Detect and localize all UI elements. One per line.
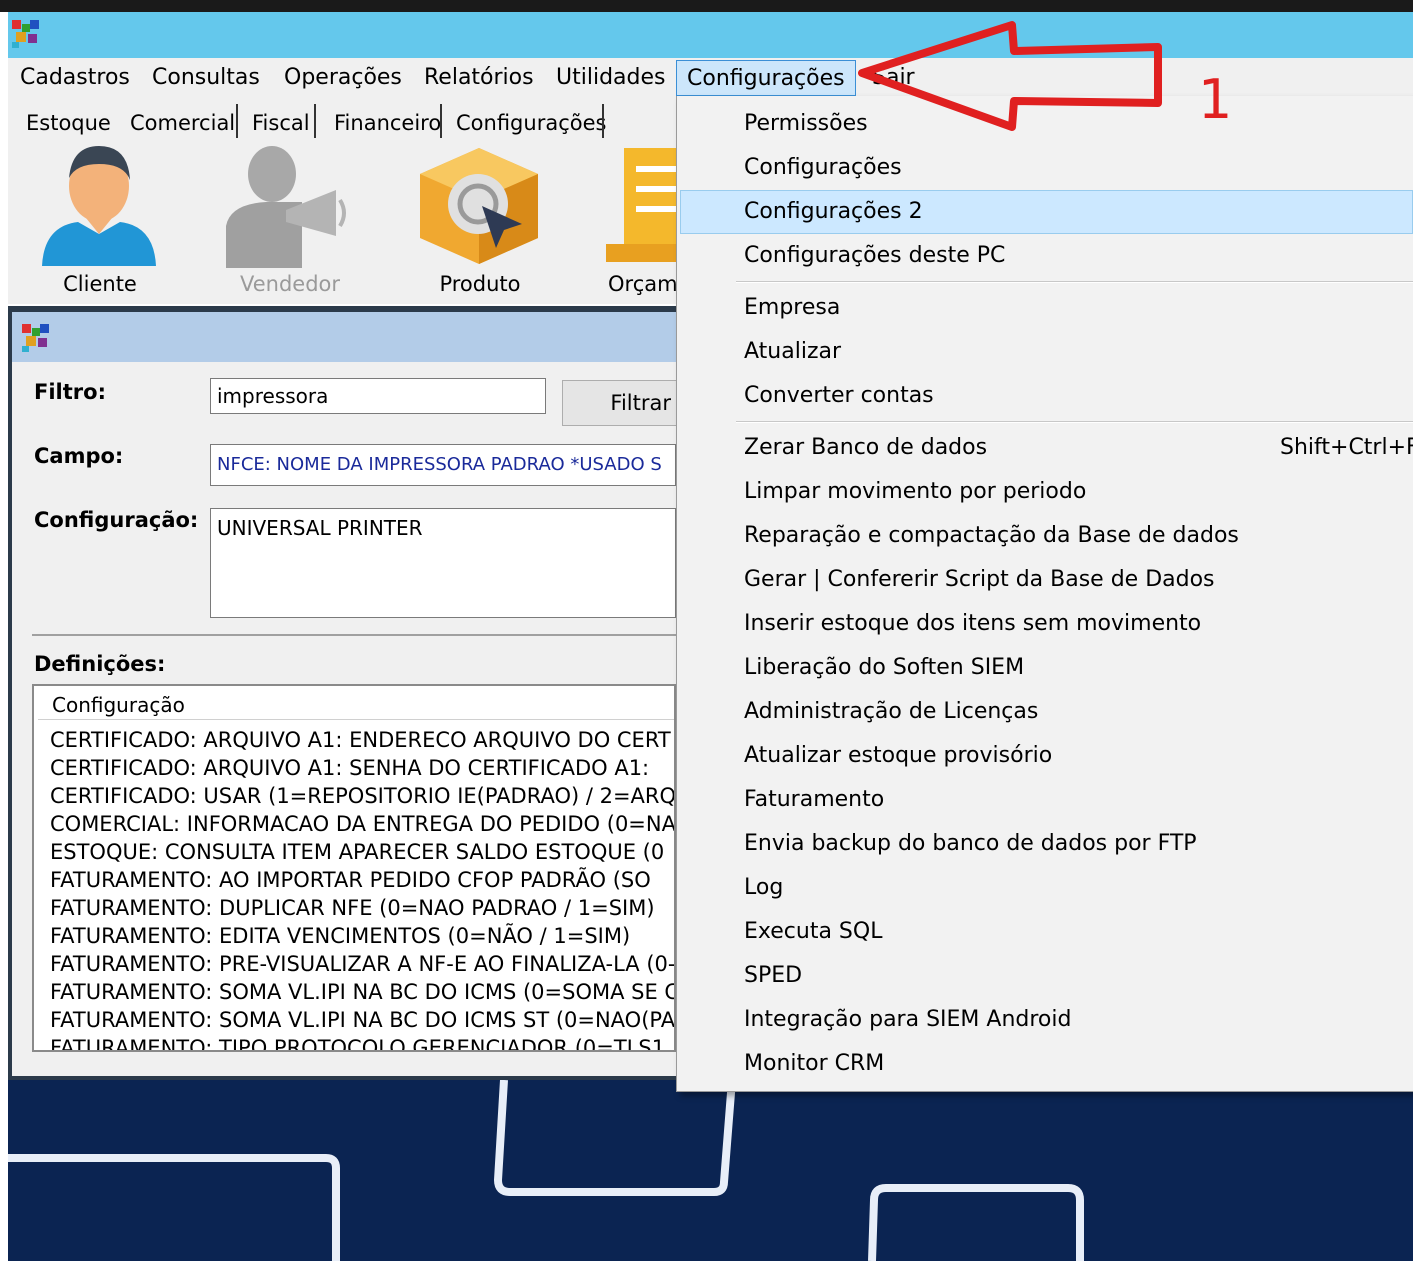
window-logo-icon	[22, 324, 49, 352]
tab-estoque[interactable]: Estoque	[26, 108, 111, 138]
filter-input[interactable]: impressora	[210, 378, 546, 414]
menu-cadastros[interactable]: Cadastros	[10, 60, 140, 96]
menu-item-monitor-crm[interactable]: Monitor CRM	[744, 1044, 884, 1084]
menu-item-zerar-banco[interactable]: Zerar Banco de dados	[744, 428, 987, 468]
filter-label: Filtro:	[34, 380, 106, 404]
menu-item-android[interactable]: Integração para SIEM Android	[744, 1000, 1071, 1040]
orcamento-document-icon[interactable]	[606, 148, 676, 262]
config-textarea[interactable]: UNIVERSAL PRINTER	[210, 508, 676, 618]
toolbar-produto-label: Produto	[439, 272, 521, 296]
filter-button[interactable]: Filtrar	[562, 380, 682, 426]
menu-item-shortcut: Shift+Ctrl+F	[1280, 435, 1413, 460]
menu-configuracoes[interactable]: Configurações	[676, 60, 856, 96]
app-logo-icon	[12, 20, 39, 48]
grid-row[interactable]: FATURAMENTO: EDITA VENCIMENTOS (0=NÃO / …	[50, 922, 630, 950]
tab-configuracoes[interactable]: Configurações	[456, 108, 606, 138]
grid-row[interactable]: CERTIFICADO: ARQUIVO A1: SENHA DO CERTIF…	[50, 754, 649, 782]
field-label: Campo:	[34, 444, 124, 468]
screen-top-edge	[0, 0, 1413, 12]
produto-box-icon[interactable]	[416, 144, 542, 268]
toolbar-cliente-label: Cliente	[63, 272, 137, 296]
menu-item-reparacao[interactable]: Reparação e compactação da Base de dados	[744, 516, 1239, 556]
menu-item-empresa[interactable]: Empresa	[744, 288, 840, 328]
menu-item-backup-ftp[interactable]: Envia backup do banco de dados por FTP	[744, 824, 1197, 864]
menu-separator	[736, 281, 1413, 283]
tab-fiscal[interactable]: Fiscal	[252, 108, 310, 138]
config-label: Configuração:	[34, 508, 199, 532]
config-window-title-bar[interactable]	[12, 312, 676, 362]
menu-item-executa-sql[interactable]: Executa SQL	[744, 912, 882, 952]
definitions-grid[interactable]: Configuração CERTIFICADO: ARQUIVO A1: EN…	[32, 684, 676, 1052]
grid-row[interactable]: FATURAMENTO: SOMA VL.IPI NA BC DO ICMS (…	[50, 978, 674, 1006]
grid-row[interactable]: COMERCIAL: INFORMACAO DA ENTREGA DO PEDI…	[50, 810, 674, 838]
tab-separator	[314, 104, 316, 138]
grid-row[interactable]: FATURAMENTO: PRE-VISUALIZAR A NF-E AO FI…	[50, 950, 674, 978]
annotation-arrow-icon	[858, 21, 1162, 131]
menu-item-liberacao[interactable]: Liberação do Soften SIEM	[744, 648, 1024, 688]
menu-item-limpar-movimento[interactable]: Limpar movimento por periodo	[744, 472, 1086, 512]
cliente-person-icon[interactable]	[38, 142, 160, 266]
toolbar-orcamento-label: Orçam	[608, 272, 676, 296]
toolbar-vendedor-label: Vendedor	[239, 272, 341, 296]
grid-column-header[interactable]: Configuração	[38, 690, 674, 720]
menu-operacoes[interactable]: Operações	[274, 60, 412, 96]
menu-item-configuracoes[interactable]: Configurações	[744, 148, 902, 188]
menu-utilidades[interactable]: Utilidades	[546, 60, 675, 96]
tab-separator	[602, 104, 604, 138]
grid-row[interactable]: CERTIFICADO: USAR (1=REPOSITORIO IE(PADR…	[50, 782, 674, 810]
field-input[interactable]: NFCE: NOME DA IMPRESSORA PADRAO *USADO S	[210, 444, 676, 486]
grid-row[interactable]: FATURAMENTO: DUPLICAR NFE (0=NAO PADRAO …	[50, 894, 655, 922]
menu-item-sped[interactable]: SPED	[744, 956, 802, 996]
menu-consultas[interactable]: Consultas	[142, 60, 270, 96]
definitions-label: Definições:	[34, 652, 166, 676]
main-title-bar[interactable]	[8, 12, 1413, 58]
grid-row[interactable]: CERTIFICADO: ARQUIVO A1: ENDERECO ARQUIV…	[50, 726, 671, 754]
tab-separator	[236, 104, 238, 138]
tab-comercial[interactable]: Comercial	[130, 108, 235, 138]
menu-item-log[interactable]: Log	[744, 868, 783, 908]
menu-item-atualizar[interactable]: Atualizar	[744, 332, 841, 372]
menu-separator	[736, 421, 1413, 423]
menu-item-gerar-script[interactable]: Gerar | Confererir Script da Base de Dad…	[744, 560, 1215, 600]
menu-item-faturamento[interactable]: Faturamento	[744, 780, 884, 820]
grid-row[interactable]: FATURAMENTO: TIPO PROTOCOLO GERENCIADOR …	[50, 1034, 665, 1050]
menu-item-configuracoes-2[interactable]: Configurações 2	[744, 192, 923, 232]
tab-financeiro[interactable]: Financeiro	[334, 108, 441, 138]
menu-item-licencas[interactable]: Administração de Licenças	[744, 692, 1038, 732]
desktop-wallpaper-lines	[8, 1080, 1413, 1261]
grid-row[interactable]: ESTOQUE: CONSULTA ITEM APARECER SALDO ES…	[50, 838, 664, 866]
menu-item-converter-contas[interactable]: Converter contas	[744, 376, 934, 416]
desktop-background	[8, 1080, 1413, 1261]
menu-item-estoque-provisorio[interactable]: Atualizar estoque provisório	[744, 736, 1052, 776]
grid-row[interactable]: FATURAMENTO: AO IMPORTAR PEDIDO CFOP PAD…	[50, 866, 651, 894]
menu-relatorios[interactable]: Relatórios	[414, 60, 544, 96]
tab-separator	[440, 104, 442, 138]
menu-item-configuracoes-pc[interactable]: Configurações deste PC	[744, 236, 1005, 276]
grid-row[interactable]: FATURAMENTO: SOMA VL.IPI NA BC DO ICMS S…	[50, 1006, 674, 1034]
vendedor-megaphone-icon[interactable]	[226, 140, 356, 268]
form-separator	[32, 634, 676, 636]
menu-item-inserir-estoque[interactable]: Inserir estoque dos itens sem movimento	[744, 604, 1201, 644]
annotation-number: 1	[1198, 68, 1233, 131]
